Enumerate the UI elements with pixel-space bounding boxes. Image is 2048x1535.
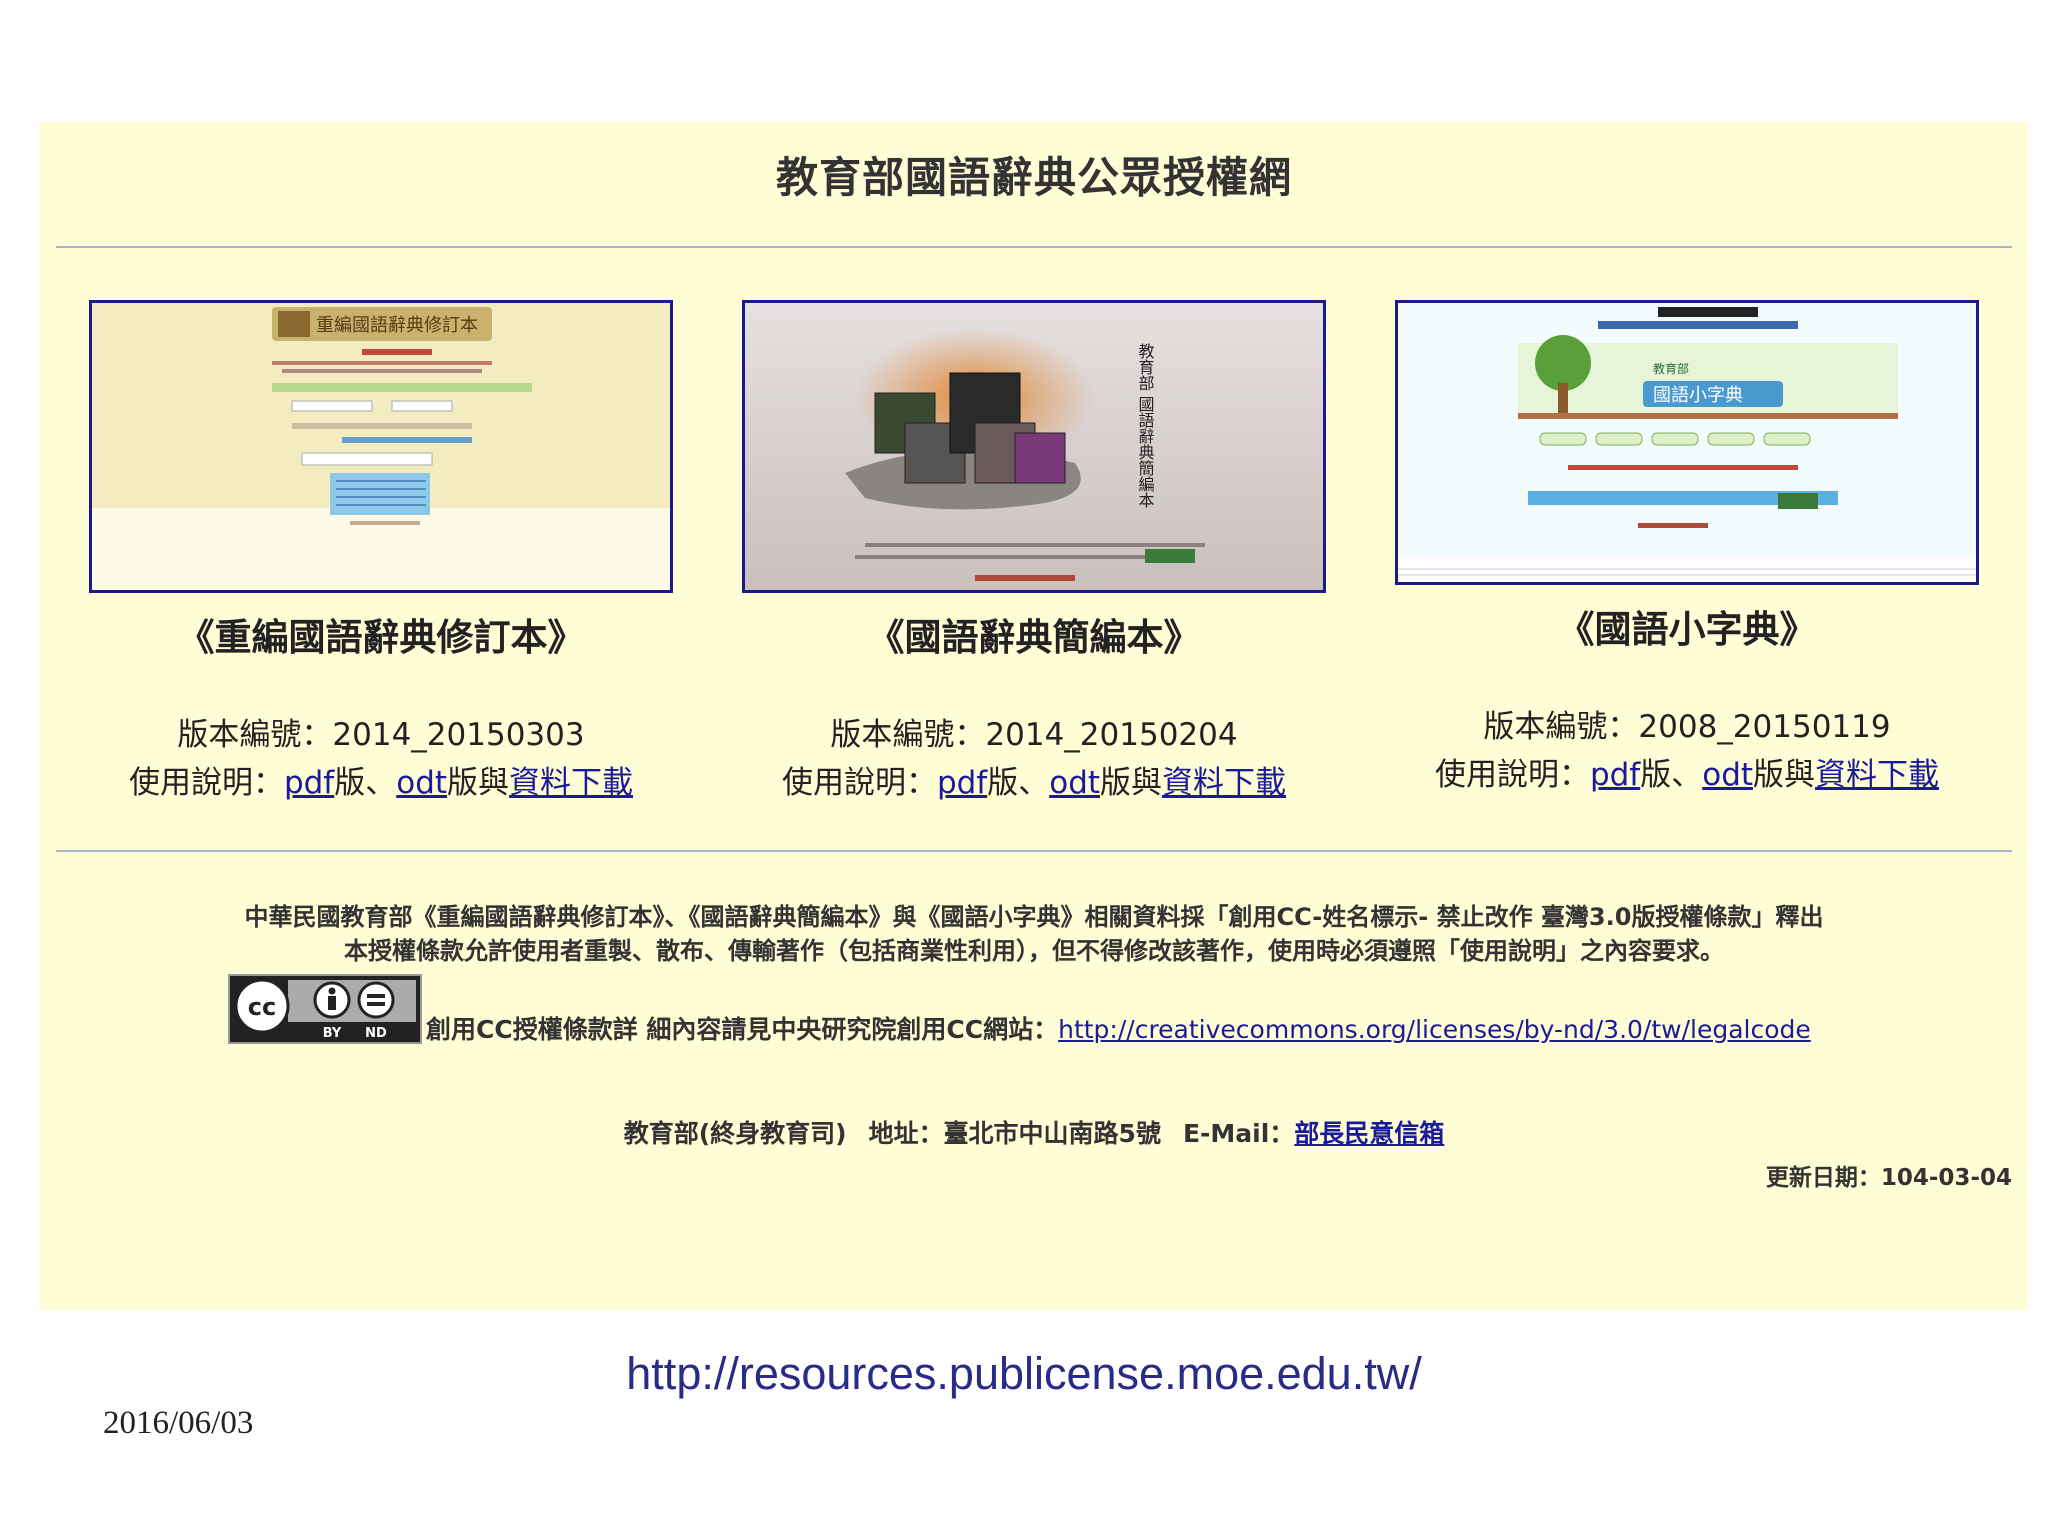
- separator: 版與: [1753, 757, 1816, 793]
- usage-prefix: 使用說明：: [128, 765, 284, 801]
- usage-line: 使用說明：pdf版、odt版與資料下載: [86, 759, 676, 807]
- license-notice-line1: 中華民國教育部《重編國語辭典修訂本》、《國語辭典簡編本》與《國語小字典》相關資料…: [244, 903, 1824, 931]
- page-title: 教育部國語辭典公眾授權網: [775, 153, 1292, 202]
- thumb2-vertical-title: 教育部 國語辭典簡編本: [1136, 343, 1155, 508]
- update-date: 更新日期：104-03-04: [1765, 1165, 2012, 1191]
- divider-bottom: [56, 850, 2012, 852]
- card-title-small-dictionary[interactable]: 《國語小字典》: [1392, 599, 1982, 653]
- thumbnail-small-dictionary-image: 教育部 國語小字典: [1398, 303, 1976, 582]
- usage-prefix: 使用說明：: [1434, 757, 1590, 793]
- footer-org: 教育部(終身教育司): [623, 1119, 847, 1148]
- divider-top: [56, 246, 2012, 248]
- cc-license-text: 創用CC授權條款詳 細內容請見中央研究院創用CC網站：http://creati…: [426, 1010, 1811, 1046]
- cc-badge-by-text: BY: [323, 1026, 342, 1041]
- version-label: 版本編號：2014_20150303: [177, 717, 585, 753]
- thumbnail-concise-dictionary-image: 教育部 國語辭典簡編本: [745, 303, 1323, 590]
- download-link[interactable]: 資料下載: [509, 765, 633, 801]
- usage-prefix: 使用說明：: [781, 765, 937, 801]
- odt-link[interactable]: odt: [396, 765, 447, 801]
- thumbnail-small-dictionary[interactable]: 教育部 國語小字典: [1395, 300, 1979, 585]
- thumbnail-concise-dictionary[interactable]: 教育部 國語辭典簡編本: [742, 300, 1326, 593]
- odt-link[interactable]: odt: [1049, 765, 1100, 801]
- download-link[interactable]: 資料下載: [1162, 765, 1286, 801]
- pdf-link[interactable]: pdf: [284, 765, 334, 801]
- odt-link[interactable]: odt: [1702, 757, 1753, 793]
- slide-url: http://resources.publicense.moe.edu.tw/: [626, 1348, 1422, 1399]
- card-small-dictionary: 教育部 國語小字典 《國語小字典》 版本編號：2008_20150119 使用說…: [1392, 300, 1982, 799]
- separator: 版、: [1640, 757, 1703, 793]
- version-label: 版本編號：2008_20150119: [1483, 709, 1891, 745]
- usage-line: 使用說明：pdf版、odt版與資料下載: [739, 759, 1329, 807]
- separator: 版與: [447, 765, 510, 801]
- separator: 版與: [1100, 765, 1163, 801]
- page-panel: 教育部國語辭典公眾授權網 重編國語辭典修訂本 《重編國語辭典修訂本》 版本編號：…: [40, 122, 2028, 1310]
- card-meta-small-dictionary: 版本編號：2008_20150119 使用說明：pdf版、odt版與資料下載: [1392, 703, 1982, 799]
- card-concise-dictionary: 教育部 國語辭典簡編本 《國語辭典簡編本》 版本編號：2014_20150204…: [739, 300, 1329, 807]
- thumbnail-revised-dictionary[interactable]: 重編國語辭典修訂本: [89, 300, 673, 593]
- pdf-link[interactable]: pdf: [1590, 757, 1640, 793]
- license-notice-line2: 本授權條款允許使用者重製、散布、傳輸著作（包括商業性利用），但不得修改該著作，使…: [344, 937, 1724, 965]
- version-label: 版本編號：2014_20150204: [830, 717, 1238, 753]
- thumb3-banner: 國語小字典: [1653, 385, 1743, 406]
- footer: 教育部(終身教育司) 地址：臺北市中山南路5號 E-Mail：部長民意信箱: [40, 1114, 2028, 1150]
- separator: 版、: [334, 765, 397, 801]
- cc-legalcode-link[interactable]: http://creativecommons.org/licenses/by-n…: [1058, 1015, 1811, 1044]
- license-notice: 中華民國教育部《重編國語辭典修訂本》、《國語辭典簡編本》與《國語小字典》相關資料…: [40, 900, 2028, 968]
- footer-address: 地址：臺北市中山南路5號: [868, 1119, 1161, 1148]
- minister-mailbox-link[interactable]: 部長民意信箱: [1294, 1119, 1444, 1148]
- cc-badge-cc-text: cc: [248, 993, 276, 1021]
- cc-badge-graphic: cc BY ND: [230, 976, 420, 1042]
- card-title-concise-dictionary[interactable]: 《國語辭典簡編本》: [739, 607, 1329, 661]
- thumb1-banner: 重編國語辭典修訂本: [316, 315, 478, 336]
- slide-date: 2016/06/03: [103, 1405, 254, 1441]
- cc-by-nd-badge-icon[interactable]: cc BY ND: [228, 974, 422, 1044]
- cc-badge-nd-text: ND: [365, 1026, 387, 1041]
- card-meta-concise-dictionary: 版本編號：2014_20150204 使用說明：pdf版、odt版與資料下載: [739, 711, 1329, 807]
- cc-license-description: 創用CC授權條款詳 細內容請見中央研究院創用CC網站：: [426, 1015, 1059, 1044]
- thumb3-subtitle: 教育部: [1653, 361, 1689, 376]
- pdf-link[interactable]: pdf: [937, 765, 987, 801]
- usage-line: 使用說明：pdf版、odt版與資料下載: [1392, 751, 1982, 799]
- thumbnail-revised-dictionary-image: 重編國語辭典修訂本: [92, 303, 670, 590]
- card-revised-dictionary: 重編國語辭典修訂本 《重編國語辭典修訂本》 版本編號：2014_20150303…: [86, 300, 676, 807]
- download-link[interactable]: 資料下載: [1815, 757, 1939, 793]
- footer-email-prefix: E-Mail：: [1182, 1119, 1295, 1148]
- separator: 版、: [987, 765, 1050, 801]
- card-title-revised-dictionary[interactable]: 《重編國語辭典修訂本》: [86, 607, 676, 661]
- card-meta-revised-dictionary: 版本編號：2014_20150303 使用說明：pdf版、odt版與資料下載: [86, 711, 676, 807]
